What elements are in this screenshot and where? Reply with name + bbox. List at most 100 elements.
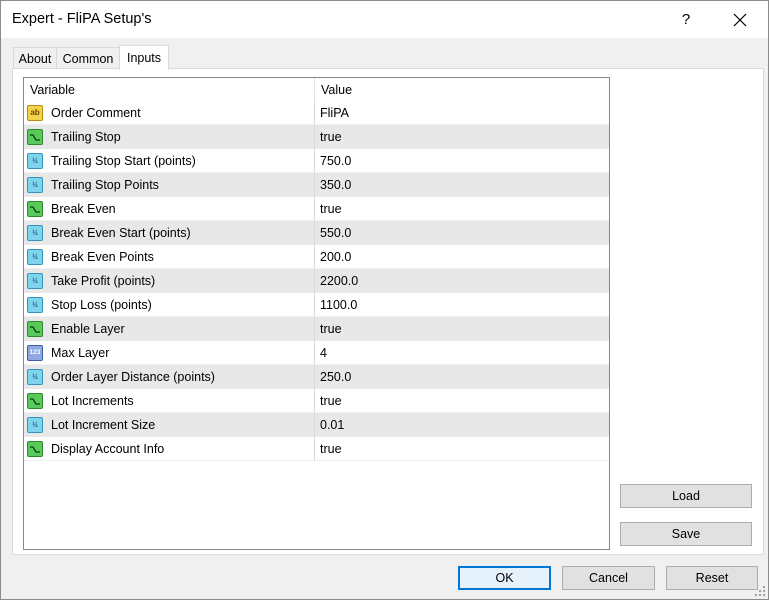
variable-value: true — [320, 322, 342, 336]
variable-value: true — [320, 130, 342, 144]
tab-about[interactable]: About — [13, 47, 57, 69]
variable-name: Display Account Info — [51, 442, 165, 456]
load-button[interactable]: Load — [620, 484, 752, 508]
variable-value: FliPA — [320, 106, 349, 120]
bool-type-icon — [27, 129, 43, 145]
value-cell[interactable]: true — [314, 389, 609, 413]
variable-value: 1100.0 — [320, 298, 358, 312]
title-bar: Expert - FliPA Setup's ? — [1, 1, 768, 38]
value-cell[interactable]: true — [314, 317, 609, 341]
table-row[interactable]: ½ Trailing Stop Start (points) 750.0 — [24, 149, 609, 173]
variable-value: 550.0 — [320, 226, 352, 240]
value-cell[interactable]: 200.0 — [314, 245, 609, 269]
table-row[interactable]: ½ Order Layer Distance (points) 250.0 — [24, 365, 609, 389]
value-cell[interactable]: 550.0 — [314, 221, 609, 245]
help-button[interactable]: ? — [663, 1, 709, 38]
variable-name: Take Profit (points) — [51, 274, 156, 288]
column-header-variable[interactable]: Variable — [24, 78, 314, 101]
variable-cell: ½ Trailing Stop Start (points) — [24, 149, 314, 173]
variable-value: true — [320, 202, 342, 216]
reset-button[interactable]: Reset — [666, 566, 758, 590]
value-cell[interactable]: 250.0 — [314, 365, 609, 389]
table-row[interactable]: ½ Stop Loss (points) 1100.0 — [24, 293, 609, 317]
variable-name: Break Even Points — [51, 250, 154, 264]
save-button[interactable]: Save — [620, 522, 752, 546]
bool-type-icon — [27, 321, 43, 337]
double-type-icon: ½ — [27, 153, 43, 169]
variable-name: Order Layer Distance (points) — [51, 370, 215, 384]
value-cell[interactable]: 1100.0 — [314, 293, 609, 317]
variable-value: true — [320, 442, 342, 456]
variable-name: Trailing Stop Points — [51, 178, 159, 192]
value-cell[interactable]: FliPA — [314, 101, 609, 125]
inputs-panel: Variable Value ab Order Comment FliPA Trail… — [12, 68, 764, 555]
variable-name: Order Comment — [51, 106, 141, 120]
variable-name: Stop Loss (points) — [51, 298, 152, 312]
variable-cell: Lot Increments — [24, 389, 314, 413]
variable-cell: Enable Layer — [24, 317, 314, 341]
tab-inputs[interactable]: Inputs — [119, 45, 169, 70]
double-type-icon: ½ — [27, 369, 43, 385]
column-header-value[interactable]: Value — [315, 78, 609, 101]
table-row[interactable]: ½ Trailing Stop Points 350.0 — [24, 173, 609, 197]
value-cell[interactable]: 350.0 — [314, 173, 609, 197]
table-row[interactable]: Enable Layer true — [24, 317, 609, 341]
double-type-icon: ½ — [27, 177, 43, 193]
table-row[interactable]: ½ Break Even Start (points) 550.0 — [24, 221, 609, 245]
inputs-list[interactable]: Variable Value ab Order Comment FliPA Trail… — [23, 77, 610, 550]
value-cell[interactable]: true — [314, 125, 609, 149]
resize-grip-icon[interactable] — [755, 586, 765, 596]
table-row[interactable]: ½ Take Profit (points) 2200.0 — [24, 269, 609, 293]
table-row[interactable]: Break Even true — [24, 197, 609, 221]
value-cell[interactable]: 0.01 — [314, 413, 609, 437]
inputs-rows: ab Order Comment FliPA Trailing Stop true ½ Tr… — [24, 101, 609, 461]
expert-setup-dialog: Expert - FliPA Setup's ? About Common In… — [0, 0, 769, 600]
bool-type-icon — [27, 441, 43, 457]
variable-value: 2200.0 — [320, 274, 359, 288]
table-row[interactable]: Lot Increments true — [24, 389, 609, 413]
variable-cell: ½ Trailing Stop Points — [24, 173, 314, 197]
variable-cell: Break Even — [24, 197, 314, 221]
help-icon: ? — [681, 11, 691, 28]
bool-type-icon — [27, 393, 43, 409]
variable-cell: 123 Max Layer — [24, 341, 314, 365]
variable-cell: ½ Order Layer Distance (points) — [24, 365, 314, 389]
variable-value: 4 — [320, 346, 327, 360]
table-row[interactable]: ab Order Comment FliPA — [24, 101, 609, 125]
table-row[interactable]: Display Account Info true — [24, 437, 609, 461]
ok-button[interactable]: OK — [458, 566, 551, 590]
value-cell[interactable]: true — [314, 437, 609, 461]
variable-name: Lot Increments — [51, 394, 134, 408]
double-type-icon: ½ — [27, 417, 43, 433]
variable-name: Max Layer — [51, 346, 110, 360]
variable-cell: ½ Stop Loss (points) — [24, 293, 314, 317]
variable-cell: ½ Lot Increment Size — [24, 413, 314, 437]
table-row[interactable]: ½ Break Even Points 200.0 — [24, 245, 609, 269]
cancel-button[interactable]: Cancel — [562, 566, 655, 590]
variable-name: Break Even Start (points) — [51, 226, 191, 240]
variable-value: 200.0 — [320, 250, 352, 264]
tab-common[interactable]: Common — [56, 47, 120, 69]
variable-cell: Display Account Info — [24, 437, 314, 461]
double-type-icon: ½ — [27, 297, 43, 313]
value-cell[interactable]: 750.0 — [314, 149, 609, 173]
close-button[interactable] — [717, 1, 763, 38]
table-row[interactable]: Trailing Stop true — [24, 125, 609, 149]
variable-cell: ab Order Comment — [24, 101, 314, 125]
variable-value: 750.0 — [320, 154, 352, 168]
variable-cell: Trailing Stop — [24, 125, 314, 149]
value-cell[interactable]: 2200.0 — [314, 269, 609, 293]
integer-type-icon: 123 — [27, 345, 43, 361]
variable-cell: ½ Break Even Start (points) — [24, 221, 314, 245]
list-header: Variable Value — [24, 78, 609, 101]
variable-value: 250.0 — [320, 370, 352, 384]
value-cell[interactable]: true — [314, 197, 609, 221]
table-row[interactable]: 123 Max Layer 4 — [24, 341, 609, 365]
variable-name: Enable Layer — [51, 322, 125, 336]
bool-type-icon — [27, 201, 43, 217]
double-type-icon: ½ — [27, 273, 43, 289]
table-row[interactable]: ½ Lot Increment Size 0.01 — [24, 413, 609, 437]
string-type-icon: ab — [27, 105, 43, 121]
value-cell[interactable]: 4 — [314, 341, 609, 365]
window-title: Expert - FliPA Setup's — [12, 11, 152, 27]
